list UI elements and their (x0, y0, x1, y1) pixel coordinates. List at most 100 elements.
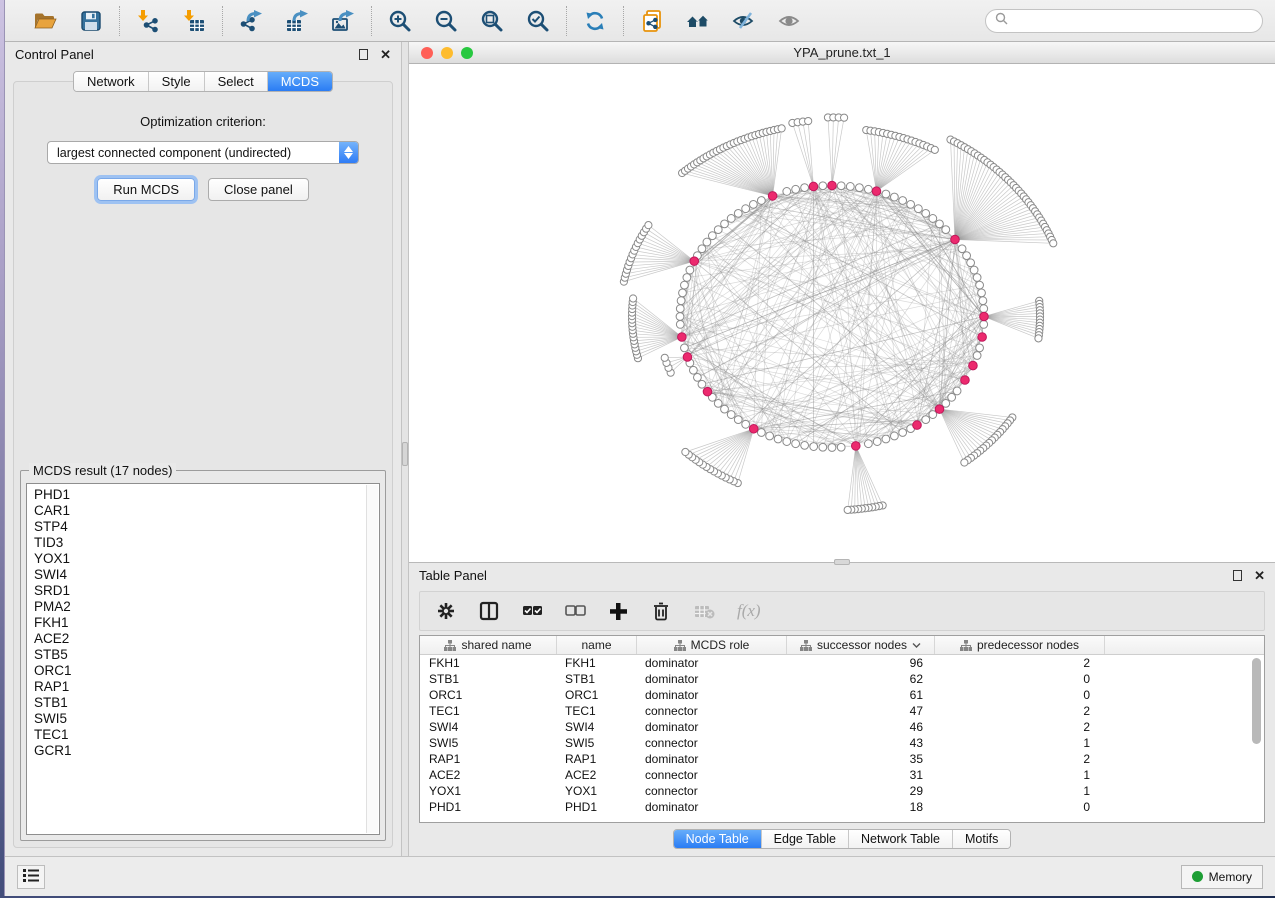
dominator-node[interactable] (678, 333, 687, 342)
dominator-node[interactable] (851, 442, 860, 451)
table-cell[interactable]: dominator (637, 655, 787, 671)
table-cell[interactable]: STB1 (557, 671, 637, 687)
open-file-button[interactable] (30, 6, 60, 36)
table-row[interactable]: TEC1TEC1connector472 (420, 703, 1264, 719)
table-cell[interactable]: FKH1 (557, 655, 637, 671)
table-cell[interactable]: STB1 (420, 671, 557, 687)
settings-button[interactable] (436, 596, 457, 626)
table-row[interactable]: PHD1PHD1dominator180 (420, 799, 1264, 815)
mcds-result-item[interactable]: SWI4 (34, 567, 379, 583)
optimization-criterion-select[interactable]: largest connected component (undirected) (47, 141, 359, 164)
task-history-button[interactable] (17, 865, 45, 889)
table-cell[interactable]: 96 (787, 655, 935, 671)
save-session-button[interactable] (76, 6, 106, 36)
table-cell[interactable]: YOX1 (557, 783, 637, 799)
table-cell[interactable]: 2 (935, 751, 1105, 767)
import-network-button[interactable] (133, 6, 163, 36)
table-cell[interactable]: dominator (637, 751, 787, 767)
table-tab-node-table[interactable]: Node Table (674, 830, 762, 848)
network-graph[interactable] (409, 64, 1275, 562)
table-cell[interactable]: dominator (637, 671, 787, 687)
float-panel-icon[interactable] (359, 49, 368, 60)
mcds-result-item[interactable]: STB1 (34, 695, 379, 711)
table-cell[interactable]: 0 (935, 671, 1105, 687)
table-cell[interactable]: FKH1 (420, 655, 557, 671)
tab-select[interactable]: Select (205, 72, 268, 91)
table-cell[interactable]: PHD1 (420, 799, 557, 815)
import-table-button[interactable] (179, 6, 209, 36)
dominator-node[interactable] (969, 361, 978, 370)
table-row[interactable]: RAP1RAP1dominator352 (420, 751, 1264, 767)
table-tab-network-table[interactable]: Network Table (849, 830, 953, 848)
column-header-MCDS-role[interactable]: MCDS role (637, 636, 787, 654)
export-network-button[interactable] (236, 6, 266, 36)
mcds-result-item[interactable]: GCR1 (34, 743, 379, 759)
table-cell[interactable]: SWI5 (420, 735, 557, 751)
mcds-result-item[interactable]: PMA2 (34, 599, 379, 615)
table-cell[interactable]: dominator (637, 719, 787, 735)
dominator-node[interactable] (749, 424, 758, 433)
table-cell[interactable]: 18 (787, 799, 935, 815)
close-panel-button[interactable]: Close panel (208, 178, 309, 201)
zoom-selected-button[interactable] (523, 6, 553, 36)
mcds-result-item[interactable]: STP4 (34, 519, 379, 535)
table-cell[interactable]: dominator (637, 687, 787, 703)
dominator-node[interactable] (683, 353, 692, 362)
table-cell[interactable]: 1 (935, 735, 1105, 751)
column-header-name[interactable]: name (557, 636, 637, 654)
dominator-node[interactable] (690, 257, 699, 266)
table-cell[interactable]: ACE2 (420, 767, 557, 783)
table-cell[interactable]: 47 (787, 703, 935, 719)
mcds-result-item[interactable]: YOX1 (34, 551, 379, 567)
mcds-result-item[interactable]: FKH1 (34, 615, 379, 631)
mcds-result-item[interactable]: RAP1 (34, 679, 379, 695)
column-header-successor-nodes[interactable]: successor nodes (787, 636, 935, 654)
refresh-button[interactable] (580, 6, 610, 36)
close-table-panel-icon[interactable]: ✕ (1254, 569, 1265, 582)
table-cell[interactable]: SWI5 (557, 735, 637, 751)
minimize-window-icon[interactable] (441, 47, 453, 59)
delete-column-button[interactable] (651, 596, 672, 626)
mcds-result-item[interactable]: ORC1 (34, 663, 379, 679)
table-cell[interactable]: PHD1 (557, 799, 637, 815)
search-box[interactable] (985, 9, 1263, 33)
run-mcds-button[interactable]: Run MCDS (97, 178, 195, 201)
mcds-list-scrollbar[interactable] (366, 485, 378, 833)
mcds-result-item[interactable]: CAR1 (34, 503, 379, 519)
close-window-icon[interactable] (421, 47, 433, 59)
table-row[interactable]: YOX1YOX1connector291 (420, 783, 1264, 799)
table-cell[interactable]: 46 (787, 719, 935, 735)
dominator-node[interactable] (980, 312, 989, 321)
table-cell[interactable]: YOX1 (420, 783, 557, 799)
table-cell[interactable]: 2 (935, 655, 1105, 671)
export-table-button[interactable] (282, 6, 312, 36)
hide-selected-button[interactable] (729, 6, 759, 36)
mcds-result-list[interactable]: PHD1CAR1STP4TID3YOX1SWI4SRD1PMA2FKH1ACE2… (26, 483, 380, 835)
splitter-handle-icon[interactable] (402, 442, 408, 466)
zoom-out-button[interactable] (431, 6, 461, 36)
table-cell[interactable]: 29 (787, 783, 935, 799)
table-cell[interactable]: 1 (935, 767, 1105, 783)
network-canvas[interactable] (409, 64, 1275, 562)
table-cell[interactable]: connector (637, 767, 787, 783)
panel-splitter-vertical[interactable] (401, 42, 409, 856)
dominator-node[interactable] (828, 181, 837, 190)
deselect-all-button[interactable] (565, 596, 586, 626)
table-cell[interactable]: dominator (637, 799, 787, 815)
mcds-result-item[interactable]: SWI5 (34, 711, 379, 727)
table-scrollbar-thumb[interactable] (1252, 658, 1261, 744)
table-cell[interactable]: 0 (935, 687, 1105, 703)
table-cell[interactable]: TEC1 (557, 703, 637, 719)
table-cell[interactable]: 31 (787, 767, 935, 783)
table-cell[interactable]: RAP1 (557, 751, 637, 767)
dominator-node[interactable] (951, 235, 960, 244)
table-tab-motifs[interactable]: Motifs (953, 830, 1010, 848)
table-cell[interactable]: connector (637, 703, 787, 719)
table-row[interactable]: ORC1ORC1dominator610 (420, 687, 1264, 703)
table-row[interactable]: SWI4SWI4dominator462 (420, 719, 1264, 735)
column-header-predecessor-nodes[interactable]: predecessor nodes (935, 636, 1105, 654)
table-cell[interactable]: 35 (787, 751, 935, 767)
table-cell[interactable]: SWI4 (420, 719, 557, 735)
zoom-in-button[interactable] (385, 6, 415, 36)
mcds-result-item[interactable]: SRD1 (34, 583, 379, 599)
